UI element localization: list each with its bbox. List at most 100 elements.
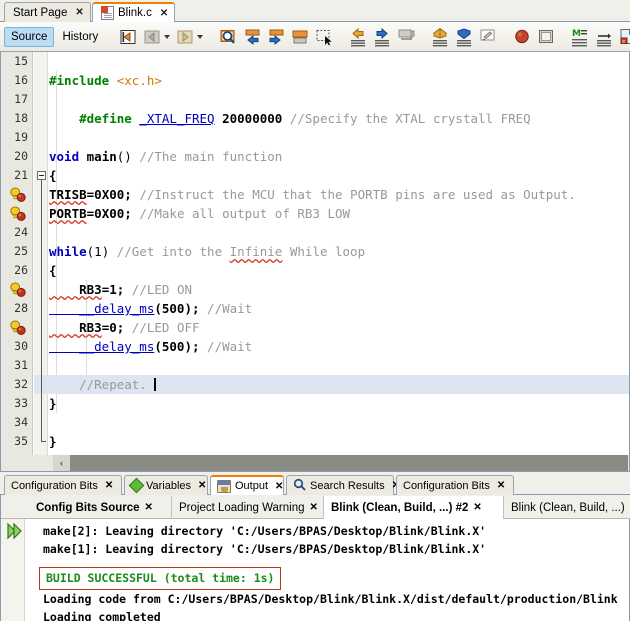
code-line[interactable]: TRISB=0X00; //Instruct the MCU that the … (1, 185, 629, 204)
code-line[interactable]: 17 (1, 90, 629, 109)
inspect-members-icon[interactable]: M (570, 27, 590, 47)
fold-collapse-icon[interactable] (37, 171, 46, 180)
output-tab[interactable]: Blink (Clean, Build, ...)✕ (504, 496, 630, 519)
close-icon[interactable]: ✕ (105, 480, 113, 491)
code-line[interactable]: 34 (1, 413, 629, 432)
code-lines: 15 16 #include <xc.h> 17 18 #define _XTAL_FR… (1, 52, 629, 451)
hint-bulb-icon[interactable] (9, 282, 26, 297)
stop-build-icon[interactable] (512, 27, 532, 47)
shift-line-left-icon[interactable] (348, 27, 368, 47)
code-line[interactable]: 15 (1, 52, 629, 71)
close-icon[interactable]: ✕ (198, 480, 206, 491)
code-text: PORTB=0X00; //Make all output of RB3 LOW (49, 206, 351, 221)
line-number: 21 (14, 168, 28, 182)
back-icon[interactable] (142, 27, 162, 47)
code-line[interactable]: 28 __delay_ms(500); //Wait (1, 299, 629, 318)
bottom-tab-label: Output (235, 480, 269, 492)
code-line[interactable]: 31 (1, 356, 629, 375)
code-line[interactable]: 30 __delay_ms(500); //Wait (1, 337, 629, 356)
mplab-ide-window: Start Page ✕ Blink.c ✕ Source History M … (0, 0, 630, 621)
header-file-icon[interactable]: h c (618, 27, 630, 47)
code-text: #define _XTAL_FREQ 20000000 //Specify th… (49, 111, 531, 126)
hint-bulb-icon[interactable] (9, 320, 26, 335)
bottom-tab-configuration-bits[interactable]: Configuration Bits ✕ (396, 475, 514, 495)
code-line[interactable]: 21 { (1, 166, 629, 185)
code-text: #include <xc.h> (49, 73, 162, 88)
shift-line-right-icon[interactable] (372, 27, 392, 47)
forward-dropdown-icon[interactable] (197, 34, 204, 39)
tab-history[interactable]: History (56, 28, 104, 46)
line-number: 20 (14, 149, 28, 163)
bottom-tab-configuration-bits[interactable]: Configuration Bits ✕ (4, 475, 122, 495)
forward-icon[interactable] (175, 27, 195, 47)
code-line[interactable]: 33} (1, 394, 629, 413)
code-line[interactable]: 19 (1, 128, 629, 147)
code-line[interactable]: 20 void main() //The main function (1, 147, 629, 166)
text-cursor (154, 378, 157, 391)
line-number: 16 (14, 73, 28, 87)
close-icon[interactable]: ✕ (160, 8, 168, 19)
console-line: Loading completed (43, 610, 161, 621)
code-line[interactable]: PORTB=0X00; //Make all output of RB3 LOW (1, 204, 629, 223)
close-icon[interactable]: ✕ (145, 502, 153, 513)
scrollbar-thumb[interactable] (70, 455, 628, 471)
code-text: __delay_ms(500); //Wait (49, 339, 253, 354)
console-line: BUILD SUCCESSFUL (total time: 1s) (25, 567, 629, 590)
editor-tab-label: Blink.c (118, 7, 152, 19)
bottom-tab-search-results[interactable]: Search Results✕ (286, 475, 400, 495)
close-icon[interactable]: ✕ (497, 480, 505, 491)
code-text: while(1) //Get into the Infinie While lo… (49, 244, 366, 259)
output-tab[interactable]: Config Bits Source ✕ (29, 496, 172, 519)
close-icon[interactable]: ✕ (310, 502, 318, 513)
code-line[interactable]: 25 while(1) //Get into the Infinie While … (1, 242, 629, 261)
bottom-tab-label: Search Results (310, 479, 385, 492)
code-line[interactable]: RB3=1; //LED ON (1, 280, 629, 299)
editor-horizontal-scrollbar[interactable]: ‹ (0, 455, 630, 472)
close-icon[interactable]: ✕ (275, 481, 283, 492)
code-editor[interactable]: 15 16 #include <xc.h> 17 18 #define _XTAL_FR… (0, 52, 630, 455)
toggle-line-numbers-icon[interactable] (594, 27, 614, 47)
console-line: make[2]: Leaving directory 'C:/Users/BPA… (43, 524, 487, 538)
tab-source[interactable]: Source (4, 26, 55, 47)
code-line[interactable]: 35} (1, 432, 629, 451)
output-tab[interactable]: Project Loading Warning ✕ (172, 496, 324, 519)
fold-line (41, 261, 42, 280)
code-line[interactable]: 26 { (1, 261, 629, 280)
uncomment-icon[interactable] (454, 27, 474, 47)
next-bookmark-icon[interactable] (266, 27, 286, 47)
back-dropdown-icon[interactable] (164, 34, 171, 39)
code-line[interactable]: 24 (1, 223, 629, 242)
close-icon[interactable]: ✕ (473, 502, 481, 513)
close-icon[interactable]: ✕ (75, 7, 83, 18)
svg-text:M: M (572, 29, 581, 39)
toggle-rectangular-selection-icon[interactable] (314, 27, 334, 47)
code-text: __delay_ms(500); //Wait (49, 301, 253, 316)
start-macro-recording-icon[interactable] (396, 27, 416, 47)
line-number: 18 (14, 111, 28, 125)
code-line[interactable]: 32 //Repeat. (1, 375, 629, 394)
run-icon[interactable] (5, 522, 25, 540)
bottom-tab-variables[interactable]: Variables ✕ (124, 475, 208, 495)
last-edit-icon[interactable] (118, 27, 138, 47)
fold-line (41, 318, 42, 337)
output-tab[interactable]: Blink (Clean, Build, ...) #2 ✕ (324, 496, 504, 519)
code-line[interactable]: 16 #include <xc.h> (1, 71, 629, 90)
toggle-highlight-icon[interactable] (478, 27, 498, 47)
find-selection-icon[interactable] (218, 27, 238, 47)
editor-tab-blink-c[interactable]: Blink.c ✕ (92, 2, 176, 22)
scroll-left-icon[interactable]: ‹ (53, 455, 70, 471)
fold-line (41, 432, 42, 441)
fold-line (41, 394, 42, 413)
code-text: } (49, 434, 57, 449)
code-line[interactable]: RB3=0; //LED OFF (1, 318, 629, 337)
toggle-bookmark-icon[interactable] (290, 27, 310, 47)
hint-bulb-icon[interactable] (9, 187, 26, 202)
bottom-tab-output[interactable]: Output ✕ (210, 475, 284, 495)
output-console[interactable]: make[2]: Leaving directory 'C:/Users/BPA… (25, 519, 629, 621)
stop-icon[interactable] (536, 27, 556, 47)
hint-bulb-icon[interactable] (9, 206, 26, 221)
previous-bookmark-icon[interactable] (242, 27, 262, 47)
comment-icon[interactable] (430, 27, 450, 47)
editor-tab-start-page[interactable]: Start Page ✕ (4, 2, 91, 22)
code-line[interactable]: 18 #define _XTAL_FREQ 20000000 //Specify… (1, 109, 629, 128)
